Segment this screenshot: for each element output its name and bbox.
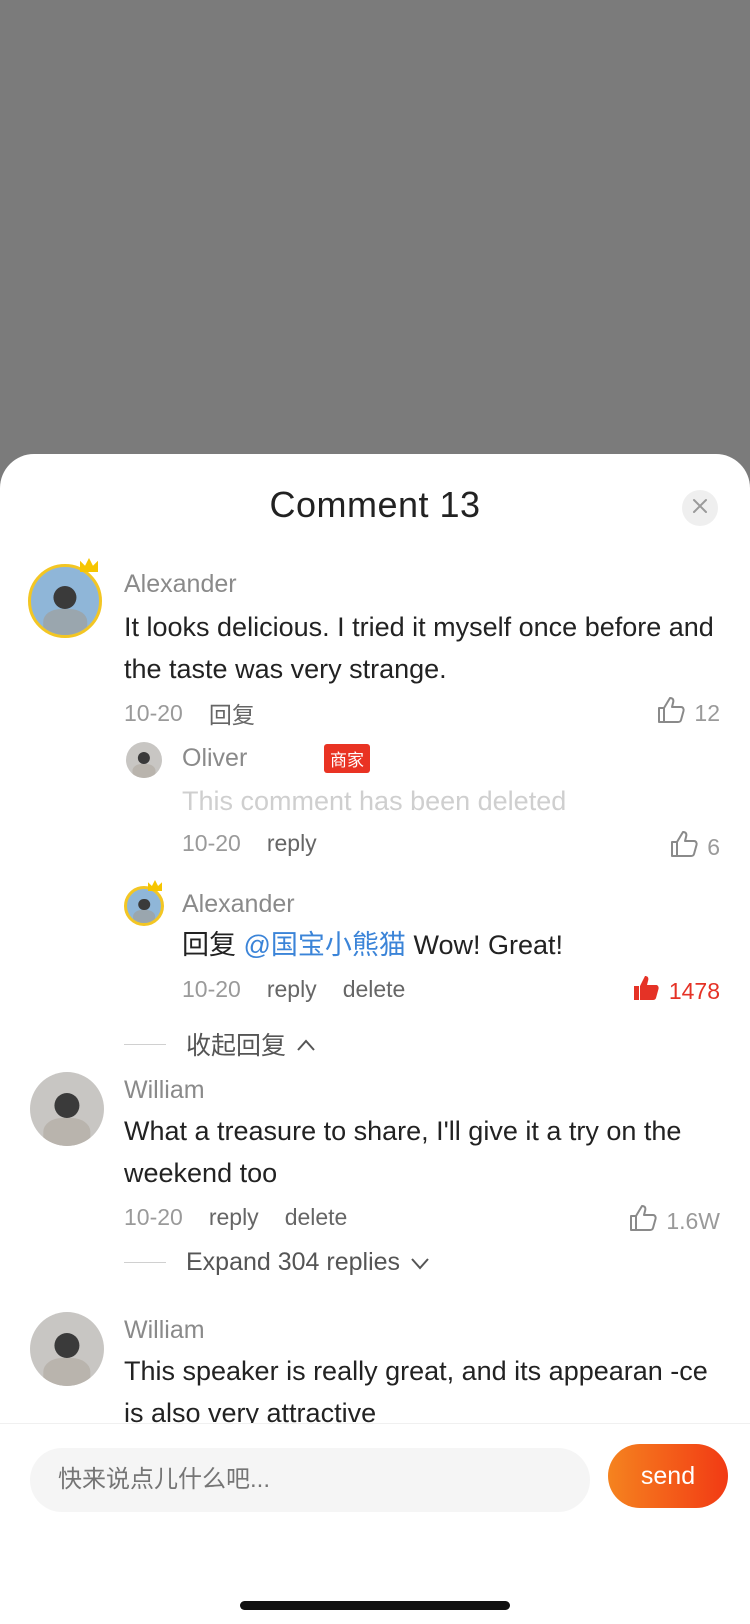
- reply-button[interactable]: reply: [267, 976, 317, 1003]
- chevron-down-icon: [410, 1248, 430, 1277]
- like-button[interactable]: 1.6W: [628, 1204, 720, 1238]
- like-count: 1478: [668, 977, 720, 1004]
- like-button[interactable]: 6: [669, 830, 720, 864]
- comment-meta: 10-20 回复: [124, 696, 255, 730]
- comment-date: 10-20: [124, 699, 183, 726]
- thumbs-up-filled-icon: [631, 974, 661, 1008]
- avatar[interactable]: [126, 742, 162, 778]
- avatar[interactable]: [124, 886, 164, 926]
- reply-meta: 10-20 reply: [182, 830, 317, 857]
- avatar[interactable]: [28, 564, 102, 638]
- comment-sheet: Comment 13 Alexander It looks delicious.…: [0, 454, 750, 1624]
- reply-button[interactable]: reply: [267, 830, 317, 857]
- collapse-replies-button[interactable]: 收起回复: [124, 1026, 316, 1062]
- chevron-up-icon: [296, 1030, 316, 1059]
- comment-author[interactable]: William: [124, 1316, 205, 1345]
- sheet-title: Comment 13: [269, 484, 481, 525]
- crown-icon: [148, 880, 162, 891]
- delete-button[interactable]: delete: [285, 1204, 348, 1231]
- reply-author[interactable]: Oliver: [182, 744, 247, 773]
- reply-date: 10-20: [182, 830, 241, 856]
- crown-icon: [80, 558, 98, 572]
- reply-date: 10-20: [182, 976, 241, 1002]
- like-button[interactable]: 1478: [631, 974, 720, 1008]
- comment-text: What a treasure to share, I'll give it a…: [124, 1116, 682, 1188]
- reply-button[interactable]: reply: [209, 1204, 259, 1231]
- comment-author[interactable]: William: [124, 1076, 205, 1105]
- close-button[interactable]: [682, 490, 718, 526]
- expand-replies-button[interactable]: Expand 304 replies: [124, 1248, 430, 1277]
- comment-text: It looks delicious. I tried it myself on…: [124, 612, 714, 684]
- reply-author[interactable]: Alexander: [182, 890, 295, 919]
- thumbs-up-icon: [628, 1204, 658, 1238]
- reply-button[interactable]: 回复: [209, 696, 255, 730]
- merchant-badge: 商家: [324, 744, 370, 773]
- mention-link[interactable]: @国宝小熊猫: [244, 930, 406, 960]
- reply-text: This comment has been deleted: [182, 786, 567, 816]
- home-indicator: [240, 1601, 510, 1610]
- collapse-label: 收起回复: [186, 1032, 287, 1060]
- reply-text: 回复 @国宝小熊猫 Wow! Great!: [182, 924, 563, 966]
- thumbs-up-icon: [669, 830, 699, 864]
- like-button[interactable]: 12: [656, 696, 720, 730]
- close-icon: [692, 498, 708, 519]
- like-count: 1.6W: [666, 1207, 720, 1234]
- reply-prefix: 回复: [182, 930, 236, 960]
- avatar[interactable]: [30, 1312, 104, 1386]
- send-button[interactable]: send: [608, 1444, 728, 1508]
- comment-composer: send: [0, 1423, 750, 1624]
- comment-input[interactable]: [30, 1448, 590, 1512]
- reply-meta: 10-20 reply delete: [182, 976, 405, 1003]
- comment-text: This speaker is really great, and its ap…: [124, 1356, 708, 1428]
- comment-date: 10-20: [124, 1204, 183, 1230]
- delete-button[interactable]: delete: [343, 976, 406, 1003]
- modal-backdrop[interactable]: [0, 0, 750, 460]
- like-count: 6: [707, 833, 720, 860]
- reply-body: Wow! Great!: [413, 930, 563, 960]
- like-count: 12: [694, 699, 720, 726]
- thumbs-up-icon: [656, 696, 686, 730]
- expand-label: Expand 304 replies: [186, 1248, 401, 1276]
- avatar[interactable]: [30, 1072, 104, 1146]
- comment-meta: 10-20 reply delete: [124, 1204, 347, 1231]
- comment-author[interactable]: Alexander: [124, 570, 237, 599]
